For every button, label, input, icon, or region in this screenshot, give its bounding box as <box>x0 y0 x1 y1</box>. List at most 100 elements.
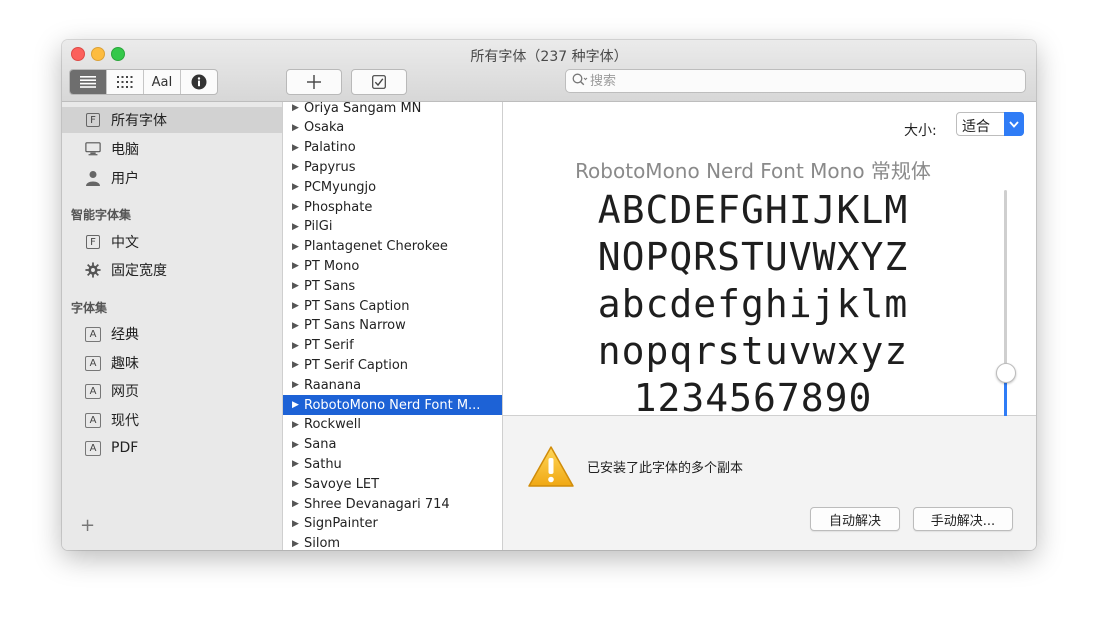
font-family-name: Savoye LET <box>304 476 380 492</box>
font-list-row[interactable]: ▶ Sathu <box>283 454 502 474</box>
sidebar-item-pdf[interactable]: A PDF <box>62 435 282 461</box>
font-list-row[interactable]: ▶ Shree Devanagari 714 <box>283 494 502 514</box>
font-family-name: Shree Devanagari 714 <box>304 496 450 512</box>
disclosure-triangle-icon[interactable]: ▶ <box>292 420 299 430</box>
disclosure-triangle-icon[interactable]: ▶ <box>292 519 299 529</box>
sidebar-item-classic[interactable]: A 经典 <box>62 321 282 347</box>
disclosure-triangle-icon[interactable]: ▶ <box>292 341 299 351</box>
disclosure-triangle-icon[interactable]: ▶ <box>292 182 299 192</box>
font-family-name: RobotoMono Nerd Font M... <box>304 397 481 413</box>
font-family-name: PT Mono <box>304 258 360 274</box>
font-list: ▶ Oriya Sangam MN ▶ Osaka ▶ Palatino ▶ Papyrus ▶… <box>283 102 503 550</box>
disclosure-triangle-icon[interactable]: ▶ <box>292 261 299 271</box>
sidebar-item-user[interactable]: 用户 <box>62 165 282 191</box>
collection-icon: A <box>85 383 101 399</box>
font-list-row[interactable]: ▶ PT Sans Narrow <box>283 316 502 336</box>
disclosure-triangle-icon[interactable]: ▶ <box>292 539 299 549</box>
smart-collections-header: 智能字体集 <box>71 208 132 222</box>
size-select[interactable]: 适合 <box>956 112 1024 136</box>
font-list-row[interactable]: ▶ Rockwell <box>283 415 502 435</box>
sidebar-item-label: 现代 <box>111 413 139 429</box>
info-view-button[interactable] <box>181 70 217 94</box>
font-family-name: PT Sans Caption <box>304 298 410 314</box>
disclosure-triangle-icon[interactable]: ▶ <box>292 222 299 232</box>
font-family-name: Phosphate <box>304 199 373 215</box>
font-list-row[interactable]: ▶ PT Serif <box>283 336 502 356</box>
manual-resolve-button[interactable]: 手动解决... <box>913 507 1013 531</box>
search-input[interactable] <box>590 70 1010 92</box>
font-list-row[interactable]: ▶ Oriya Sangam MN <box>283 102 502 118</box>
enable-font-button[interactable] <box>351 69 407 95</box>
duplicate-warning-message: 已安装了此字体的多个副本 <box>587 461 744 476</box>
font-list-row[interactable]: ▶ Sana <box>283 435 502 455</box>
font-list-row[interactable]: ▶ RobotoMono Nerd Font M... <box>283 395 502 415</box>
font-list-row[interactable]: ▶ Osaka <box>283 118 502 138</box>
sidebar-item-modern[interactable]: A 现代 <box>62 407 282 433</box>
font-list-row[interactable]: ▶ Plantagenet Cherokee <box>283 237 502 257</box>
grid-view-icon <box>117 76 133 88</box>
sidebar-item-label: 趣味 <box>111 356 139 372</box>
preview-line-digits: 1234567890 <box>633 376 873 420</box>
preview-line-lowercase-2: nopqrstuvwxyz <box>597 329 909 373</box>
title-bar: 所有字体（237 种字体） AaI <box>62 40 1036 102</box>
font-list-row[interactable]: ▶ PCMyungjo <box>283 177 502 197</box>
disclosure-triangle-icon[interactable]: ▶ <box>292 202 299 212</box>
font-list-row[interactable]: ▶ SignPainter <box>283 514 502 534</box>
size-slider[interactable] <box>996 190 1016 436</box>
sample-text-icon: AaI <box>151 74 173 90</box>
sidebar-item-computer[interactable]: 电脑 <box>62 136 282 162</box>
sidebar-item-fun[interactable]: A 趣味 <box>62 350 282 376</box>
disclosure-triangle-icon[interactable]: ▶ <box>292 242 299 252</box>
sidebar-item-all-fonts[interactable]: F 所有字体 <box>62 107 282 133</box>
list-view-button[interactable] <box>70 70 107 94</box>
font-list-row[interactable]: ▶ Phosphate <box>283 197 502 217</box>
disclosure-triangle-icon[interactable]: ▶ <box>292 380 299 390</box>
sidebar-item-chinese[interactable]: F 中文 <box>62 229 282 255</box>
disclosure-triangle-icon[interactable]: ▶ <box>292 321 299 331</box>
disclosure-triangle-icon[interactable]: ▶ <box>292 499 299 509</box>
font-family-name: Rockwell <box>304 417 361 433</box>
font-family-name: Sana <box>304 437 337 453</box>
size-slider-knob[interactable] <box>996 363 1016 384</box>
font-family-name: SignPainter <box>304 516 378 532</box>
user-icon <box>85 170 101 186</box>
font-list-row[interactable]: ▶ PilGi <box>283 217 502 237</box>
disclosure-triangle-icon[interactable]: ▶ <box>292 143 299 153</box>
sidebar-item-label: 用户 <box>111 171 139 187</box>
disclosure-triangle-icon[interactable]: ▶ <box>292 440 299 450</box>
font-family-name: Oriya Sangam MN <box>304 102 422 116</box>
sidebar-item-label: 中文 <box>111 235 139 251</box>
disclosure-triangle-icon[interactable]: ▶ <box>292 123 299 133</box>
font-list-row[interactable]: ▶ PT Mono <box>283 256 502 276</box>
auto-resolve-button[interactable]: 自动解决 <box>810 507 900 531</box>
font-list-row[interactable]: ▶ Raanana <box>283 375 502 395</box>
collection-icon: A <box>85 326 101 342</box>
search-field[interactable] <box>565 69 1026 93</box>
font-list-row[interactable]: ▶ Papyrus <box>283 157 502 177</box>
info-icon <box>191 74 207 90</box>
sample-view-button[interactable]: AaI <box>144 70 181 94</box>
font-list-row[interactable]: ▶ PT Serif Caption <box>283 355 502 375</box>
grid-view-button[interactable] <box>107 70 144 94</box>
disclosure-triangle-icon[interactable]: ▶ <box>292 162 299 172</box>
add-font-button[interactable] <box>286 69 342 95</box>
preview-line-uppercase-2: NOPQRSTUVWXYZ <box>597 235 909 279</box>
font-list-row[interactable]: ▶ Savoye LET <box>283 474 502 494</box>
disclosure-triangle-icon[interactable]: ▶ <box>292 301 299 311</box>
preview-line-lowercase-1: abcdefghijklm <box>597 282 909 326</box>
disclosure-triangle-icon[interactable]: ▶ <box>292 459 299 469</box>
disclosure-triangle-icon[interactable]: ▶ <box>292 281 299 291</box>
disclosure-triangle-icon[interactable]: ▶ <box>292 360 299 370</box>
sidebar-item-web[interactable]: A 网页 <box>62 378 282 404</box>
add-collection-button[interactable]: + <box>80 515 95 536</box>
font-list-row[interactable]: ▶ Palatino <box>283 138 502 158</box>
font-list-row[interactable]: ▶ PT Sans Caption <box>283 296 502 316</box>
disclosure-triangle-icon[interactable]: ▶ <box>292 400 299 410</box>
font-list-row[interactable]: ▶ Silom <box>283 534 502 550</box>
collection-icon: A <box>85 412 101 428</box>
search-icon <box>572 73 588 91</box>
disclosure-triangle-icon[interactable]: ▶ <box>292 103 299 113</box>
disclosure-triangle-icon[interactable]: ▶ <box>292 479 299 489</box>
font-list-row[interactable]: ▶ PT Sans <box>283 276 502 296</box>
sidebar-item-fixed-width[interactable]: 固定宽度 <box>62 257 282 283</box>
